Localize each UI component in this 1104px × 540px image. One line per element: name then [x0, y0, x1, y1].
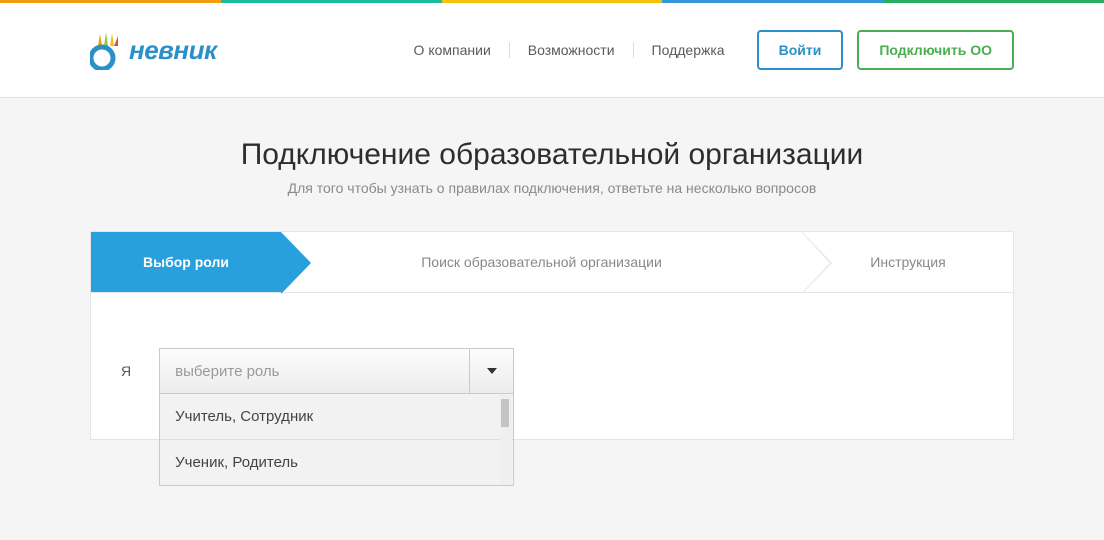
nav-about[interactable]: О компании — [396, 42, 510, 58]
role-option-teacher[interactable]: Учитель, Сотрудник — [160, 394, 513, 440]
role-dropdown-list: Учитель, Сотрудник Ученик, Родитель — [159, 394, 514, 486]
step-search-org: Поиск образовательной организации — [281, 232, 803, 292]
role-dropdown-wrap: выберите роль Учитель, Сотрудник Ученик,… — [159, 348, 514, 394]
logo[interactable]: невник — [90, 30, 217, 70]
brand-stripe — [0, 0, 1104, 3]
step-instruction: Инструкция — [803, 232, 1013, 292]
form-panel: Я выберите роль Учитель, Сотрудник Учени… — [90, 293, 1014, 440]
login-button[interactable]: Войти — [757, 30, 844, 70]
step-role[interactable]: Выбор роли — [91, 232, 281, 292]
page-subtitle: Для того чтобы узнать о правилах подключ… — [90, 180, 1014, 196]
role-option-student[interactable]: Ученик, Родитель — [160, 440, 513, 485]
chevron-down-icon — [469, 349, 513, 393]
nav-support[interactable]: Поддержка — [634, 42, 743, 58]
connect-org-button[interactable]: Подключить ОО — [857, 30, 1014, 70]
page-title: Подключение образовательной организации — [90, 138, 1014, 172]
dropdown-placeholder: выберите роль — [175, 363, 279, 380]
role-dropdown[interactable]: выберите роль — [159, 348, 514, 394]
prefix-label: Я — [121, 363, 131, 379]
logo-hand-icon — [90, 30, 126, 70]
scrollbar-thumb[interactable] — [501, 399, 509, 427]
nav-features[interactable]: Возможности — [510, 42, 634, 58]
header: невник О компании Возможности Поддержка … — [0, 3, 1104, 98]
main-content: Подключение образовательной организации … — [0, 98, 1104, 440]
scrollbar-track[interactable] — [500, 395, 512, 484]
main-nav: О компании Возможности Поддержка Войти П… — [396, 30, 1014, 70]
wizard-steps: Выбор роли Поиск образовательной организ… — [90, 231, 1014, 293]
logo-text: невник — [129, 35, 217, 66]
